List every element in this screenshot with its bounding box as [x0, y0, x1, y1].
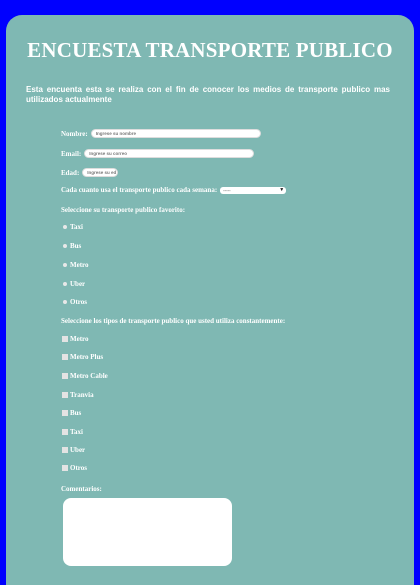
type-option-taxi[interactable]: Taxi — [62, 428, 83, 436]
comments-label: Comentarios: — [61, 485, 102, 493]
checkbox-label: Metro Cable — [70, 372, 108, 380]
radio-label: Taxi — [70, 223, 83, 231]
frequency-label: Cada cuanto usa el transporte publico ca… — [61, 186, 218, 194]
name-row: Nombre: Ingrese su nombre — [61, 129, 261, 138]
frequency-select[interactable]: ----- ▼ — [220, 186, 287, 194]
radio-button[interactable] — [63, 244, 67, 248]
radio-button[interactable] — [63, 225, 67, 229]
checkbox-label: Taxi — [70, 428, 83, 436]
radio-label: Uber — [70, 280, 86, 288]
checkbox-label: Bus — [70, 409, 82, 417]
email-input[interactable]: Ingrese su correo — [84, 149, 255, 158]
radio-label: Otros — [70, 298, 87, 306]
email-row: Email: Ingrese su correo — [61, 149, 255, 158]
radio-button[interactable] — [63, 282, 67, 286]
types-question: Seleccione los tipos de transporte publi… — [61, 317, 286, 325]
checkbox[interactable] — [62, 410, 68, 416]
email-label: Email: — [61, 149, 82, 158]
name-input[interactable]: Ingrese su nombre — [90, 129, 261, 138]
checkbox-label: Tranvia — [70, 391, 94, 399]
page-title: ENCUESTA TRANSPORTE PUBLICO — [27, 38, 393, 62]
checkbox[interactable] — [62, 354, 68, 360]
survey-form: ENCUESTA TRANSPORTE PUBLICO Esta encuent… — [6, 15, 414, 585]
favorite-option-taxi[interactable]: Taxi — [63, 223, 83, 231]
checkbox-label: Otros — [70, 464, 87, 472]
favorite-option-uber[interactable]: Uber — [63, 280, 85, 288]
favorite-option-metro[interactable]: Metro — [63, 261, 89, 269]
type-option-tranvia[interactable]: Tranvia — [62, 391, 94, 399]
chevron-down-icon: ▼ — [279, 186, 285, 193]
type-option-bus[interactable]: Bus — [62, 409, 81, 417]
frequency-selected: ----- — [223, 187, 231, 193]
checkbox[interactable] — [62, 336, 68, 342]
intro-text: Esta encuenta esta se realiza con el fin… — [26, 85, 390, 104]
checkbox[interactable] — [62, 429, 68, 435]
checkbox[interactable] — [62, 392, 68, 398]
favorite-option-bus[interactable]: Bus — [63, 242, 81, 250]
type-option-metro-cable[interactable]: Metro Cable — [62, 372, 108, 380]
radio-label: Metro — [70, 261, 89, 269]
checkbox[interactable] — [62, 447, 68, 453]
age-input[interactable]: Ingrese su ed — [82, 168, 119, 177]
type-option-otros[interactable]: Otros — [62, 464, 87, 472]
radio-button[interactable] — [63, 300, 67, 304]
name-label: Nombre: — [61, 129, 88, 138]
checkbox[interactable] — [62, 465, 68, 471]
radio-label: Bus — [70, 242, 82, 250]
checkbox-label: Metro — [70, 335, 89, 343]
checkbox-label: Metro Plus — [70, 353, 104, 361]
type-option-metro[interactable]: Metro — [62, 335, 89, 343]
frequency-row: Cada cuanto usa el transporte publico ca… — [61, 186, 287, 194]
checkbox[interactable] — [62, 373, 68, 379]
radio-button[interactable] — [63, 263, 67, 267]
favorite-question: Seleccione su transporte publico favorit… — [61, 206, 186, 214]
age-row: Edad: Ingrese su ed — [61, 168, 119, 177]
type-option-uber[interactable]: Uber — [62, 446, 85, 454]
age-label: Edad: — [61, 168, 80, 177]
favorite-option-otros[interactable]: Otros — [63, 298, 87, 306]
comments-textarea[interactable] — [63, 498, 232, 566]
type-option-metro-plus[interactable]: Metro Plus — [62, 353, 103, 361]
checkbox-label: Uber — [70, 446, 86, 454]
